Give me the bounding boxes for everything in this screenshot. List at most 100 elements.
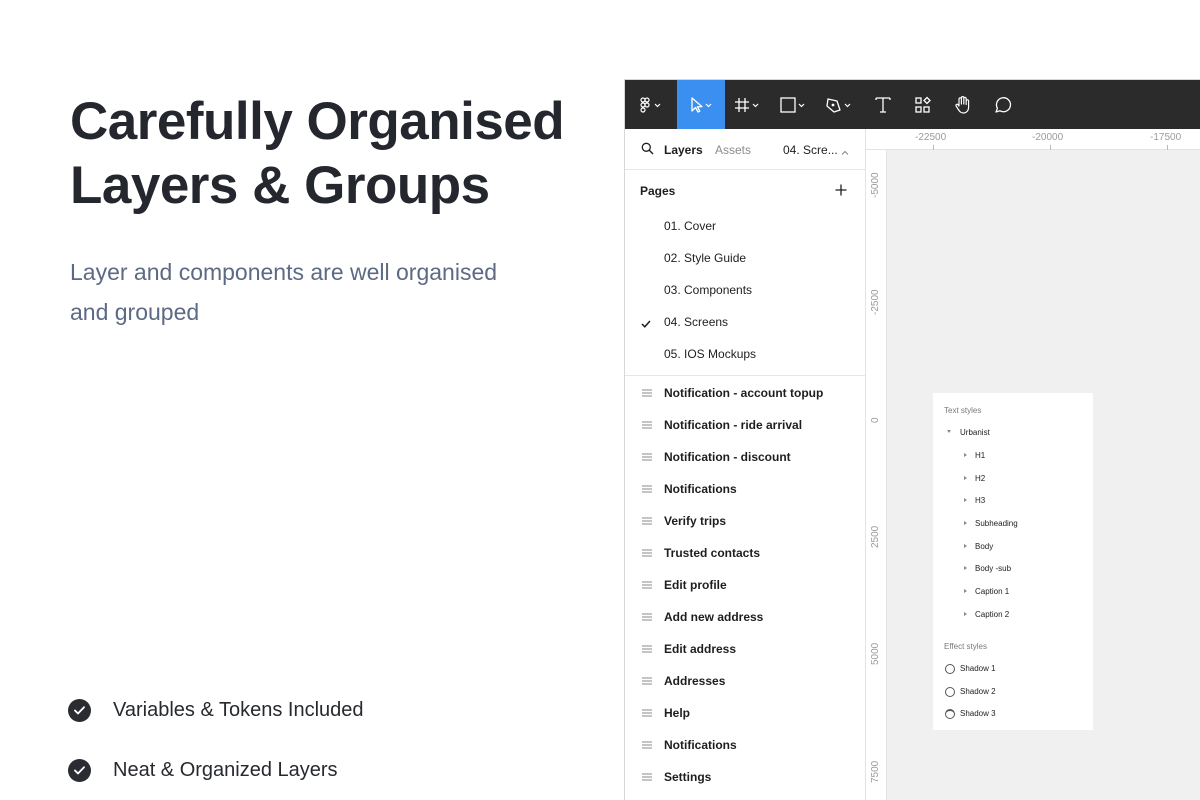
pages-title: Pages: [640, 184, 676, 198]
layer-name: Notifications: [664, 482, 737, 496]
page-item[interactable]: 02. Style Guide: [625, 242, 865, 274]
layer-row[interactable]: Edit address: [625, 633, 865, 665]
effect-style-icon: [945, 687, 955, 697]
caret-down-icon[interactable]: [947, 430, 951, 433]
layer-name: Edit address: [664, 642, 737, 656]
page-item[interactable]: 03. Components: [625, 274, 865, 306]
layers-panel: Layers Assets 04. Scre... Pages 01. Cove…: [625, 129, 866, 800]
text-style-item[interactable]: Subheading: [975, 519, 1018, 528]
shape-tool-icon: [780, 96, 805, 113]
layer-name: Notification - ride arrival: [664, 418, 803, 432]
frame-layer-icon: [642, 388, 652, 402]
figma-menu-icon: [640, 96, 661, 113]
layer-row[interactable]: Notification - account topup: [625, 377, 865, 409]
layer-row[interactable]: Notifications: [625, 729, 865, 761]
page-name: 04. Screens: [664, 315, 729, 329]
layer-name: Add new address: [664, 610, 764, 624]
layer-row[interactable]: Notifications: [625, 473, 865, 505]
caret-right-icon[interactable]: [964, 498, 967, 502]
pages-list: 01. Cover 02. Style Guide 03. Components…: [625, 210, 865, 370]
caret-right-icon[interactable]: [964, 453, 967, 457]
layer-name: Notifications: [664, 738, 737, 752]
frame-layer-icon: [642, 676, 652, 690]
frame-layer-icon: [642, 612, 652, 626]
effect-style-icon: [945, 709, 955, 719]
text-style-item[interactable]: Caption 2: [975, 610, 1009, 619]
text-tool-button[interactable]: [863, 80, 903, 129]
layer-name: Trusted contacts: [664, 546, 761, 560]
text-tool-icon: [875, 96, 891, 113]
layer-row[interactable]: Help: [625, 697, 865, 729]
hand-tool-button[interactable]: [943, 80, 983, 129]
comment-icon: [995, 96, 1012, 113]
move-tool-button[interactable]: [677, 80, 725, 129]
ruler-label: -2500: [870, 289, 881, 315]
effect-style-item[interactable]: Shadow 3: [960, 709, 996, 718]
figma-menu-button[interactable]: [625, 80, 677, 129]
search-icon[interactable]: [641, 142, 654, 158]
hero-subtitle-line-1: Layer and components are well organised: [70, 259, 498, 285]
text-style-item[interactable]: H1: [975, 451, 985, 460]
check-circle-icon: [68, 698, 91, 722]
frame-tool-button[interactable]: [725, 80, 771, 129]
page-name: 05. IOS Mockups: [664, 347, 757, 361]
text-style-item[interactable]: H2: [975, 474, 985, 483]
hero-subtitle-line-2: and grouped: [70, 299, 200, 325]
frame-layer-icon: [642, 420, 652, 434]
ruler-top: -22500 -20000 -17500: [866, 129, 1200, 150]
frame-layer-icon: [642, 644, 652, 658]
ruler-label: 5000: [870, 642, 881, 665]
layer-row[interactable]: Verify trips: [625, 505, 865, 537]
text-style-item[interactable]: Body: [975, 542, 993, 551]
page-item[interactable]: 01. Cover: [625, 210, 865, 242]
layer-name: Settings: [664, 770, 712, 784]
layer-row[interactable]: Add new address: [625, 601, 865, 633]
comment-tool-button[interactable]: [983, 80, 1023, 129]
effect-style-item[interactable]: Shadow 1: [960, 664, 996, 673]
text-style-item[interactable]: H3: [975, 496, 985, 505]
page-item[interactable]: 05. IOS Mockups: [625, 338, 865, 370]
add-page-icon[interactable]: [835, 183, 847, 201]
hero-subtitle: Layer and components are well organised …: [70, 252, 590, 332]
tab-layers[interactable]: Layers: [664, 143, 703, 157]
text-style-item[interactable]: Body -sub: [975, 564, 1011, 573]
tab-assets[interactable]: Assets: [715, 143, 751, 157]
frame-layer-icon: [642, 548, 652, 562]
checkmark-icon: [641, 317, 651, 331]
layer-row[interactable]: Settings: [625, 761, 865, 793]
caret-right-icon[interactable]: [964, 476, 967, 480]
canvas[interactable]: Text styles Urbanist H1 H2 H3 Subheading…: [887, 150, 1200, 800]
pen-tool-button[interactable]: [817, 80, 863, 129]
layer-row[interactable]: Addresses: [625, 665, 865, 697]
caret-right-icon[interactable]: [964, 521, 967, 525]
caret-right-icon[interactable]: [964, 544, 967, 548]
frame-layer-icon: [642, 452, 652, 466]
effect-style-item[interactable]: Shadow 2: [960, 687, 996, 696]
layer-row[interactable]: Notification - discount: [625, 441, 865, 473]
layer-name: Verify trips: [664, 514, 727, 528]
page-name: 01. Cover: [664, 219, 717, 233]
layer-name: Addresses: [664, 674, 726, 688]
caret-right-icon[interactable]: [964, 589, 967, 593]
caret-right-icon[interactable]: [964, 566, 967, 570]
check-circle-icon: [68, 758, 91, 782]
page-item-selected[interactable]: 04. Screens: [625, 306, 865, 338]
layer-row[interactable]: Trusted contacts: [625, 537, 865, 569]
layer-name: Edit profile: [664, 578, 727, 592]
shape-tool-button[interactable]: [771, 80, 817, 129]
effect-style-icon: [945, 664, 955, 674]
text-style-item[interactable]: Caption 1: [975, 587, 1009, 596]
feature-label: Variables & Tokens Included: [113, 698, 364, 721]
frame-layer-icon: [642, 740, 652, 754]
current-page-dropdown[interactable]: 04. Scre...: [783, 143, 838, 157]
frame-layer-icon: [642, 516, 652, 530]
frame-layer-icon: [642, 580, 652, 594]
layer-row[interactable]: Edit profile: [625, 569, 865, 601]
layer-row[interactable]: Notification - ride arrival: [625, 409, 865, 441]
chevron-up-icon[interactable]: [841, 145, 849, 159]
caret-right-icon[interactable]: [964, 612, 967, 616]
effect-styles-title: Effect styles: [944, 642, 987, 651]
ruler-label: 7500: [870, 760, 881, 783]
style-guide-frame[interactable]: Text styles Urbanist H1 H2 H3 Subheading…: [933, 393, 1093, 730]
components-button[interactable]: [903, 80, 943, 129]
